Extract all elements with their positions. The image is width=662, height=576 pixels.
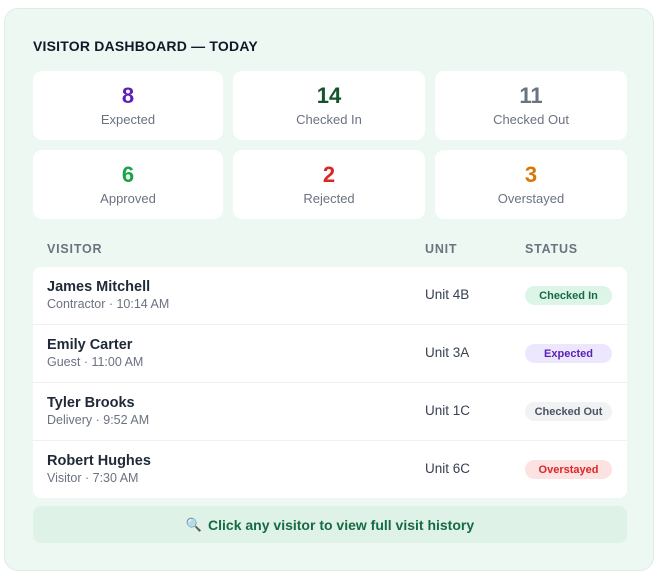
visitor-name: Robert Hughes <box>47 453 151 469</box>
stat-value: 11 <box>519 83 543 108</box>
visitor-table: James Mitchell Contractor · 10:14 AM Uni… <box>33 267 627 498</box>
column-header-status: STATUS <box>525 242 578 256</box>
visitor-unit: Unit 6C <box>425 461 471 476</box>
stat-value: 3 <box>524 162 538 187</box>
stat-label: Overstayed <box>497 191 565 206</box>
stat-label: Checked In <box>296 112 362 127</box>
stat-value: 6 <box>121 162 135 187</box>
hint-text: Click any visitor to view full visit his… <box>208 516 475 533</box>
stat-label: Expected <box>100 112 156 127</box>
status-badge: Checked In <box>525 286 612 305</box>
table-row[interactable]: Robert Hughes Visitor · 7:30 AM Unit 6C … <box>33 441 627 498</box>
visit-history-hint[interactable]: 🔍 Click any visitor to view full visit h… <box>33 506 627 543</box>
stat-card-approved[interactable]: 6 Approved <box>33 150 223 219</box>
visitor-dashboard-card: VISITOR DASHBOARD — TODAY 8 Expected 14 … <box>4 8 654 571</box>
stat-card-expected[interactable]: 8 Expected <box>33 71 223 140</box>
visitor-unit: Unit 4B <box>425 287 470 302</box>
visitor-unit: Unit 3A <box>425 345 470 360</box>
visitor-name: James Mitchell <box>47 279 151 295</box>
stat-card-checked-in[interactable]: 14 Checked In <box>233 71 425 140</box>
visitor-meta: Contractor · 10:14 AM <box>47 297 170 311</box>
stat-card-rejected[interactable]: 2 Rejected <box>233 150 425 219</box>
status-badge: Overstayed <box>525 460 612 479</box>
visitor-unit: Unit 1C <box>425 403 471 418</box>
stat-label: Approved <box>100 191 156 206</box>
status-badge: Checked Out <box>525 402 612 421</box>
status-badge: Expected <box>525 344 612 363</box>
magnifier-icon: 🔍 <box>185 516 203 532</box>
table-row[interactable]: Tyler Brooks Delivery · 9:52 AM Unit 1C … <box>33 383 627 441</box>
column-header-visitor: VISITOR <box>47 242 103 256</box>
visitor-meta: Delivery · 9:52 AM <box>47 413 150 427</box>
stat-card-checked-out[interactable]: 11 Checked Out <box>435 71 627 140</box>
dashboard-title: VISITOR DASHBOARD — TODAY <box>33 38 258 54</box>
stat-value: 14 <box>316 83 342 108</box>
visitor-name: Emily Carter <box>47 337 133 353</box>
visitor-meta: Guest · 11:00 AM <box>47 355 144 369</box>
stats-grid: 8 Expected 14 Checked In 11 Checked Out … <box>33 71 627 219</box>
stat-label: Checked Out <box>493 112 569 127</box>
visitor-name: Tyler Brooks <box>47 395 135 411</box>
stat-value: 2 <box>322 162 336 187</box>
table-row[interactable]: James Mitchell Contractor · 10:14 AM Uni… <box>33 267 627 325</box>
table-row[interactable]: Emily Carter Guest · 11:00 AM Unit 3A Ex… <box>33 325 627 383</box>
column-header-unit: UNIT <box>425 242 458 256</box>
stat-label: Rejected <box>303 191 355 206</box>
table-header: VISITOR UNIT STATUS <box>33 242 627 264</box>
visitor-meta: Visitor · 7:30 AM <box>47 471 139 485</box>
stat-card-overstayed[interactable]: 3 Overstayed <box>435 150 627 219</box>
stat-value: 8 <box>121 83 135 108</box>
